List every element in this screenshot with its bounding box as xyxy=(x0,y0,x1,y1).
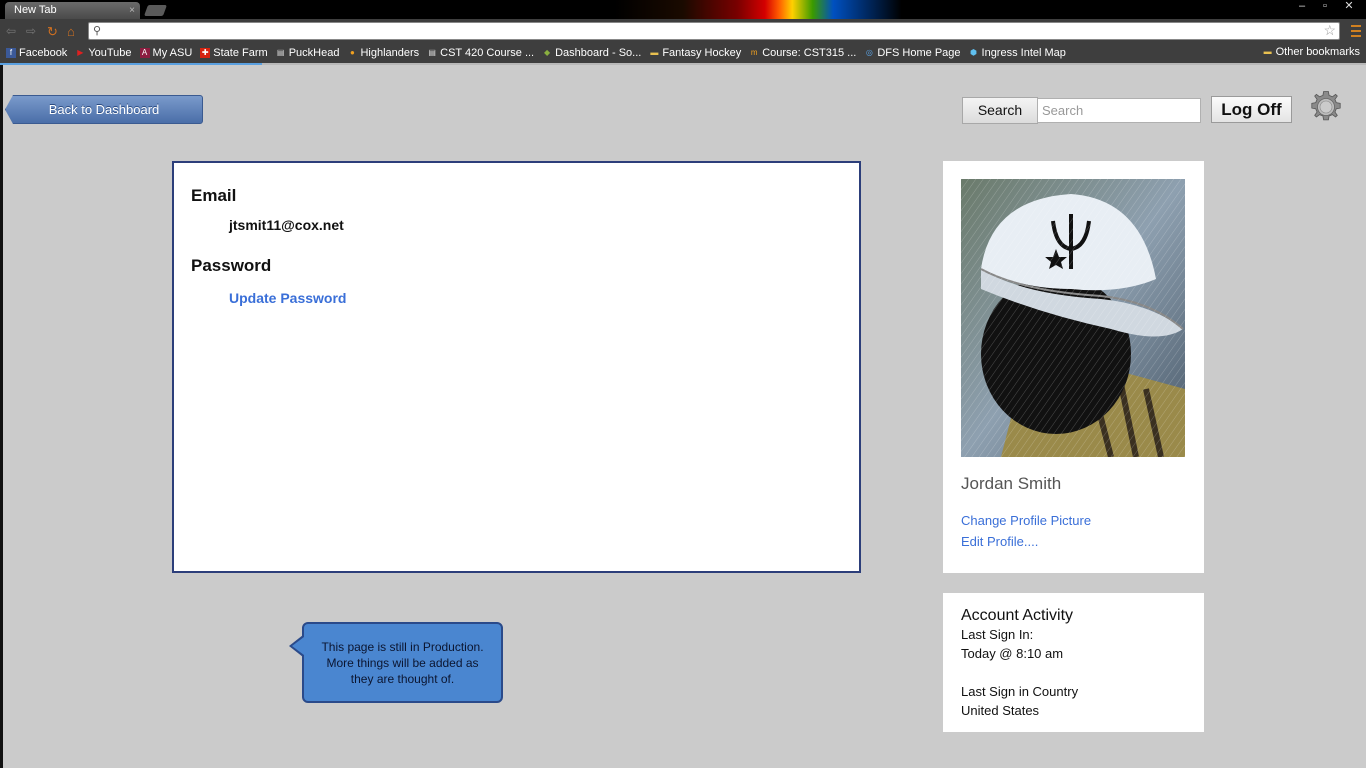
dfs-icon: ◎ xyxy=(865,48,873,57)
window-edge xyxy=(0,65,3,768)
bookmark-cst315[interactable]: m Course: CST315 ... xyxy=(749,47,857,59)
close-window-icon[interactable]: ✕ xyxy=(1338,0,1360,14)
moodle-icon: m xyxy=(750,48,758,57)
bookmark-label: DFS Home Page xyxy=(877,47,961,59)
forward-arrow-icon[interactable]: ⇨ xyxy=(26,24,36,38)
back-arrow-icon[interactable]: ⇦ xyxy=(6,24,16,38)
folder-icon: ▬ xyxy=(650,48,659,57)
bookmark-label: PuckHead xyxy=(288,47,340,59)
other-bookmarks-label: Other bookmarks xyxy=(1275,46,1360,58)
notice-line: they are thought of. xyxy=(350,672,455,686)
loading-progress-bar xyxy=(0,63,262,65)
bookmarks-bar: f Facebook ▶ YouTube A My ASU ✚ State Fa… xyxy=(0,43,1366,63)
bookmark-cst420[interactable]: ▤ CST 420 Course ... xyxy=(427,47,534,59)
other-bookmarks[interactable]: ▬ Other bookmarks xyxy=(1263,46,1360,58)
last-country-label: Last Sign in Country xyxy=(961,684,1079,699)
state-farm-icon: ✚ xyxy=(200,48,211,58)
update-password-link[interactable]: Update Password xyxy=(229,290,346,306)
last-sign-in-label: Last Sign In: xyxy=(961,627,1034,642)
tab-new-tab[interactable]: New Tab × xyxy=(5,2,140,19)
minimize-icon[interactable]: – xyxy=(1292,0,1312,14)
search-icon: ⚲ xyxy=(93,25,102,37)
bookmark-label: Facebook xyxy=(19,47,68,59)
bookmark-label: My ASU xyxy=(152,47,193,59)
tab-close-icon[interactable]: × xyxy=(129,2,135,19)
bookmark-my-asu[interactable]: A My ASU xyxy=(139,47,193,59)
notice-line: This page is still in Production. xyxy=(321,640,484,654)
asu-icon: A xyxy=(139,48,150,58)
restore-icon[interactable]: ▫ xyxy=(1315,0,1335,14)
home-icon[interactable]: ⌂ xyxy=(67,24,75,39)
bookmark-fantasy-hockey[interactable]: ▬ Fantasy Hockey xyxy=(649,47,741,59)
bookmark-label: Course: CST315 ... xyxy=(762,47,857,59)
reload-icon[interactable]: ↻ xyxy=(47,24,58,40)
bookmark-star-icon[interactable]: ☆ xyxy=(1323,22,1336,39)
bookmark-dfs-home[interactable]: ◎ DFS Home Page xyxy=(864,47,961,59)
log-off-button[interactable]: Log Off xyxy=(1211,96,1292,123)
back-to-dashboard-button[interactable]: Back to Dashboard xyxy=(5,95,203,124)
bookmark-label: State Farm xyxy=(213,47,268,59)
page-icon: ▤ xyxy=(428,48,436,57)
password-heading: Password xyxy=(191,256,272,275)
bookmark-label: Fantasy Hockey xyxy=(662,47,742,59)
change-profile-picture-link[interactable]: Change Profile Picture xyxy=(961,513,1091,528)
facebook-icon: f xyxy=(6,48,16,58)
activity-spacer xyxy=(961,663,1204,682)
dashboard-icon: ◆ xyxy=(544,48,551,57)
search-button[interactable]: Search xyxy=(962,97,1038,124)
settings-gear-icon[interactable] xyxy=(1309,90,1343,124)
bookmark-label: Dashboard - So... xyxy=(555,47,642,59)
browser-title-bar: New Tab × – ▫ ✕ xyxy=(0,0,1366,19)
bookmark-label: Highlanders xyxy=(360,47,420,59)
browser-menu-icon[interactable] xyxy=(1351,25,1361,37)
notice-line: More things will be added as xyxy=(326,656,479,670)
profile-picture xyxy=(961,179,1185,457)
bookmark-ingress[interactable]: ⬢ Ingress Intel Map xyxy=(969,47,1066,59)
bookmark-label: Ingress Intel Map xyxy=(981,47,1066,59)
bookmark-facebook[interactable]: f Facebook xyxy=(6,47,67,59)
ingress-icon: ⬢ xyxy=(970,48,977,57)
folder-icon: ▬ xyxy=(1263,47,1272,56)
last-sign-in-value: Today @ 8:10 am xyxy=(961,646,1064,661)
bookmark-state-farm[interactable]: ✚ State Farm xyxy=(200,47,268,59)
bookmark-youtube[interactable]: ▶ YouTube xyxy=(75,47,131,59)
email-heading: Email xyxy=(191,186,237,205)
last-country-value: United States xyxy=(961,703,1040,718)
edit-profile-link[interactable]: Edit Profile.... xyxy=(961,534,1038,549)
account-settings-panel: Email jtsmit11@cox.net Password Update P… xyxy=(172,161,861,573)
activity-title: Account Activity xyxy=(961,607,1074,624)
new-tab-button[interactable] xyxy=(143,5,168,16)
highlanders-icon: ● xyxy=(350,48,355,57)
bookmark-dashboard[interactable]: ◆ Dashboard - So... xyxy=(542,47,641,59)
toolbar-divider xyxy=(262,63,1366,65)
profile-card: Jordan Smith Change Profile Picture Edit… xyxy=(943,161,1204,573)
email-value: jtsmit11@cox.net xyxy=(229,217,344,233)
profile-name: Jordan Smith xyxy=(961,474,1062,493)
window-controls: – ▫ ✕ xyxy=(1289,0,1360,14)
bookmark-puckhead[interactable]: ▤ PuckHead xyxy=(276,47,340,59)
youtube-icon: ▶ xyxy=(77,48,84,57)
account-activity-card: Account Activity Last Sign In: Today @ 8… xyxy=(943,593,1204,732)
browser-toolbar: ⇦ ⇨ ↻ ⌂ ⚲ ☆ xyxy=(0,19,1366,43)
search-input[interactable] xyxy=(1037,98,1201,123)
page-icon: ▤ xyxy=(276,48,285,57)
tab-title: New Tab xyxy=(14,4,57,16)
production-notice-callout: This page is still in Production. More t… xyxy=(302,622,503,703)
callout-tail-fill xyxy=(292,637,304,655)
bookmark-highlanders[interactable]: ● Highlanders xyxy=(347,47,419,59)
bookmark-label: YouTube xyxy=(88,47,132,59)
bookmark-label: CST 420 Course ... xyxy=(440,47,535,59)
address-bar[interactable]: ⚲ ☆ xyxy=(88,22,1340,40)
